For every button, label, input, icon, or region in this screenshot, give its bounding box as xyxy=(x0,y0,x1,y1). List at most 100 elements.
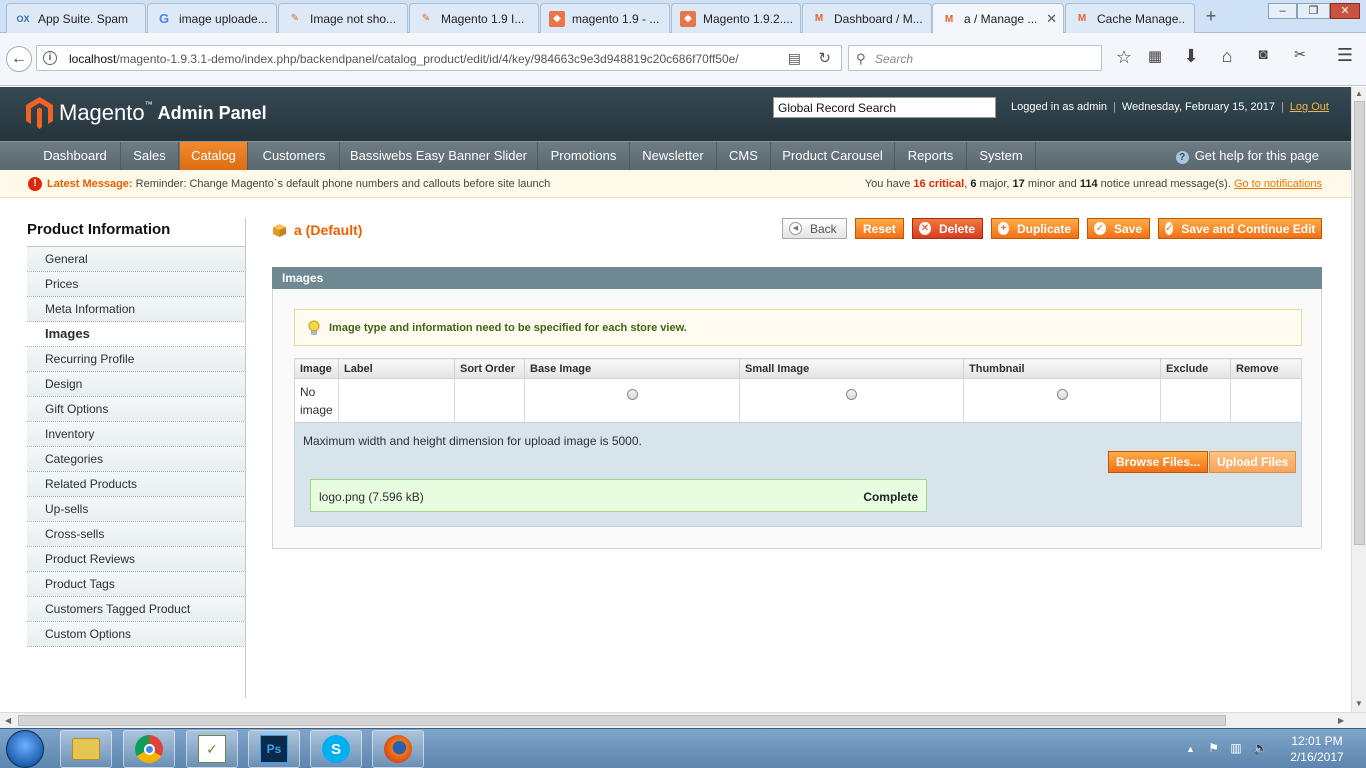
scroll-up-icon[interactable]: ▲ xyxy=(1355,89,1363,98)
nav-item-promotions[interactable]: Promotions xyxy=(538,142,630,170)
global-record-search-input[interactable]: Global Record Search xyxy=(773,97,996,118)
back-arrow-icon[interactable]: ← xyxy=(6,46,32,72)
window-close-button[interactable]: ✕ xyxy=(1330,3,1360,19)
reset-button[interactable]: Reset xyxy=(855,218,904,239)
action-center-flag-icon[interactable]: ⚑ xyxy=(1208,741,1219,755)
browser-tab[interactable]: OX App Suite. Spam xyxy=(6,3,146,33)
url-bar[interactable]: i localhost/magento-1.9.3.1-demo/index.p… xyxy=(36,45,842,71)
start-button[interactable] xyxy=(6,730,44,768)
vertical-scroll-thumb[interactable] xyxy=(1354,101,1365,545)
sidebar-item-general[interactable]: General xyxy=(27,247,246,272)
nav-item-cms[interactable]: CMS xyxy=(717,142,771,170)
home-icon[interactable]: ⌂ xyxy=(1217,46,1237,67)
page-title: a (Default) xyxy=(272,222,362,238)
sidebar-item-images[interactable]: Images xyxy=(27,322,246,347)
extension-icon[interactable]: ✂ xyxy=(1290,46,1310,63)
thumbnail-radio[interactable] xyxy=(1056,389,1068,400)
base-image-cell xyxy=(524,378,740,424)
browser-tab[interactable]: ◆ Magento 1.9.2.... xyxy=(671,3,801,33)
taskbar-firefox[interactable] xyxy=(372,730,424,768)
browser-search-input[interactable]: ⚲ Search xyxy=(848,45,1102,71)
url-text[interactable]: localhost/magento-1.9.3.1-demo/index.php… xyxy=(69,52,739,66)
sidebar-item-recurring-profile[interactable]: Recurring Profile xyxy=(27,347,246,372)
nav-item-system[interactable]: System xyxy=(967,142,1036,170)
browser-tab[interactable]: ◆ magento 1.9 - ... xyxy=(540,3,670,33)
save-and-continue-button[interactable]: ✓ Save and Continue Edit xyxy=(1158,218,1322,239)
minimize-button[interactable]: – xyxy=(1268,3,1297,19)
tray-expand-icon[interactable]: ▲ xyxy=(1186,744,1195,754)
sidebar-item-inventory[interactable]: Inventory xyxy=(27,422,246,447)
sidebar-item-cross-sells[interactable]: Cross-sells xyxy=(27,522,246,547)
close-tab-icon[interactable]: ✕ xyxy=(1046,11,1057,27)
network-icon[interactable]: ▥ xyxy=(1230,741,1241,755)
delete-button[interactable]: ✕ Delete xyxy=(912,218,983,239)
menu-icon[interactable]: ☰ xyxy=(1334,45,1356,66)
save-button[interactable]: ✓ Save xyxy=(1087,218,1150,239)
table-row: No image xyxy=(294,378,1302,424)
browser-tab[interactable]: M Cache Manage... xyxy=(1065,3,1195,33)
bookmark-star-icon[interactable]: ☆ xyxy=(1114,47,1134,68)
horizontal-scroll-thumb[interactable] xyxy=(18,715,1226,726)
back-arrow-icon: ◀ xyxy=(789,222,802,235)
remove-cell xyxy=(1231,379,1302,424)
sidebar-item-product-reviews[interactable]: Product Reviews xyxy=(27,547,246,572)
reload-icon[interactable]: ↻ xyxy=(818,49,831,67)
upload-files-button[interactable]: Upload Files xyxy=(1209,451,1297,473)
volume-icon[interactable]: 🔈 xyxy=(1253,741,1268,755)
sidebar-item-related-products[interactable]: Related Products xyxy=(27,472,246,497)
new-tab-button[interactable]: + xyxy=(1200,6,1222,28)
horizontal-scrollbar[interactable]: ◀ ▶ xyxy=(0,712,1366,728)
help-icon: ? xyxy=(1175,151,1189,164)
sidebar-item-meta-information[interactable]: Meta Information xyxy=(27,297,246,322)
help-link[interactable]: ? Get help for this page xyxy=(1175,142,1319,170)
browse-files-button[interactable]: Browse Files... xyxy=(1108,451,1209,473)
sidebar-item-up-sells[interactable]: Up-sells xyxy=(27,497,246,522)
scroll-left-icon[interactable]: ◀ xyxy=(5,716,11,725)
nav-item-sales[interactable]: Sales xyxy=(121,142,179,170)
download-icon[interactable]: ⬇ xyxy=(1181,46,1201,67)
scroll-down-icon[interactable]: ▼ xyxy=(1355,699,1363,708)
column-header-image: Image xyxy=(294,358,339,379)
small-image-radio[interactable] xyxy=(846,389,857,400)
sidebar-item-product-tags[interactable]: Product Tags xyxy=(27,572,246,597)
nav-item-dashboard[interactable]: Dashboard xyxy=(30,142,121,170)
browser-tab[interactable]: ✎ Image not sho... xyxy=(278,3,408,33)
browser-tab[interactable]: G image uploade... xyxy=(147,3,277,33)
base-image-radio[interactable] xyxy=(626,389,638,400)
sidebar-item-gift-options[interactable]: Gift Options xyxy=(27,397,246,422)
vertical-scrollbar[interactable]: ▲ ▼ xyxy=(1351,87,1366,712)
taskbar-skype[interactable]: S xyxy=(310,730,362,768)
sidebar-item-design[interactable]: Design xyxy=(27,372,246,397)
pocket-icon[interactable]: ◙ xyxy=(1253,46,1273,63)
nav-item-customers[interactable]: Customers xyxy=(249,142,340,170)
nav-item-newsletter[interactable]: Newsletter xyxy=(630,142,717,170)
scroll-right-icon[interactable]: ▶ xyxy=(1338,716,1344,725)
magento-logo[interactable]: Magento™ Admin Panel xyxy=(26,97,267,129)
back-button[interactable]: ◀ Back xyxy=(782,218,847,239)
nav-item-reports[interactable]: Reports xyxy=(895,142,967,170)
taskbar-chrome[interactable] xyxy=(123,730,175,768)
reader-view-icon[interactable]: ▤ xyxy=(788,50,801,67)
sidebar-item-prices[interactable]: Prices xyxy=(27,272,246,297)
nav-item-banner-slider[interactable]: Bassiwebs Easy Banner Slider xyxy=(340,142,538,170)
nav-item-product-carousel[interactable]: Product Carousel xyxy=(771,142,895,170)
duplicate-button[interactable]: + Duplicate xyxy=(991,218,1079,239)
maximize-button[interactable]: ❐ xyxy=(1297,3,1330,19)
browser-tab-active[interactable]: M a / Manage ... ✕ xyxy=(932,3,1064,34)
nav-item-catalog[interactable]: Catalog xyxy=(180,142,248,170)
sidebar-item-custom-options[interactable]: Custom Options xyxy=(27,622,246,647)
go-to-notifications-link[interactable]: Go to notifications xyxy=(1234,178,1322,190)
bookmarks-list-icon[interactable]: ▦ xyxy=(1145,47,1165,65)
logout-link[interactable]: Log Out xyxy=(1290,101,1329,113)
taskbar-clock[interactable]: 12:01 PM 2/16/2017 xyxy=(1282,733,1352,765)
sidebar-item-categories[interactable]: Categories xyxy=(27,447,246,472)
taskbar-photoshop[interactable]: Ps xyxy=(248,730,300,768)
store-view-notice: Image type and information need to be sp… xyxy=(294,309,1302,346)
browser-tab[interactable]: M Dashboard / M... xyxy=(802,3,932,33)
browser-tab[interactable]: ✎ Magento 1.9 I... xyxy=(409,3,539,33)
taskbar-file-explorer[interactable] xyxy=(60,730,112,768)
taskbar-task-app[interactable]: ✓ xyxy=(186,730,238,768)
image-uploader: Maximum width and height dimension for u… xyxy=(294,422,1302,527)
sidebar-item-customers-tagged-product[interactable]: Customers Tagged Product xyxy=(27,597,246,622)
info-icon[interactable]: i xyxy=(43,51,57,65)
